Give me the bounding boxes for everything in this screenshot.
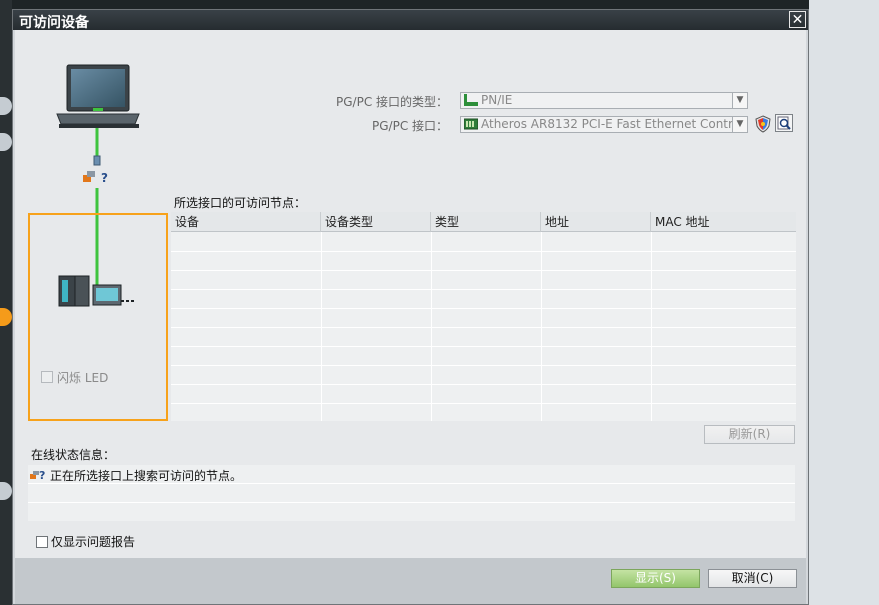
- magnifier-icon: [777, 116, 791, 130]
- refresh-button[interactable]: 刷新(R): [704, 425, 795, 444]
- column-header-type[interactable]: 类型: [431, 212, 541, 232]
- interface-type-label: PG/PC 接口的类型：: [336, 95, 449, 109]
- flash-led-label: 闪烁 LED: [57, 371, 109, 385]
- cancel-button[interactable]: 取消(C): [708, 569, 797, 588]
- status-message: 正在所选接口上搜索可访问的节点。: [50, 469, 243, 483]
- interface-port-label: PG/PC 接口：: [372, 119, 449, 133]
- svg-text:?: ?: [101, 171, 108, 185]
- shield-icon[interactable]: [754, 115, 772, 133]
- column-header-address[interactable]: 地址: [541, 212, 651, 232]
- column-header-device-type[interactable]: 设备类型: [321, 212, 431, 232]
- show-problems-checkbox[interactable]: [36, 536, 48, 548]
- interface-port-select[interactable]: Atheros AR8132 PCI-E Fast Ethernet Contr…: [460, 116, 748, 133]
- search-node-icon: ?: [30, 469, 45, 481]
- interface-type-select[interactable]: PN/IE ▼: [460, 92, 748, 109]
- pc-icon: [56, 64, 140, 128]
- title-bar: 可访问设备 ✕: [13, 10, 808, 31]
- background-left-strip: [0, 0, 12, 605]
- show-problems-label: 仅显示问题报告: [51, 535, 136, 549]
- interface-port-value: Atheros AR8132 PCI-E Fast Ethernet Contr…: [481, 117, 748, 131]
- accessible-nodes-label: 所选接口的可访问节点：: [174, 196, 307, 210]
- online-status-label: 在线状态信息：: [31, 448, 116, 462]
- chevron-down-icon[interactable]: ▼: [732, 117, 747, 132]
- search-node-icon: ?: [83, 171, 108, 185]
- network-icon: [464, 94, 478, 106]
- interface-type-value: PN/IE: [481, 93, 513, 107]
- online-status-box: ? 正在所选接口上搜索可访问的节点。: [28, 465, 795, 521]
- column-header-device[interactable]: 设备: [171, 212, 321, 232]
- show-button[interactable]: 显示(S): [611, 569, 700, 588]
- accessible-devices-dialog: 可访问设备 ✕ ? 闪烁 LED PG/PC 接口的类型： PN/IE ▼ PG…: [12, 9, 809, 605]
- properties-button[interactable]: [775, 114, 793, 132]
- close-icon: ✕: [791, 12, 804, 28]
- svg-text:?: ?: [39, 469, 45, 481]
- background-panel: [809, 0, 879, 605]
- column-header-mac-address[interactable]: MAC 地址: [651, 212, 796, 232]
- close-button[interactable]: ✕: [789, 11, 806, 28]
- network-card-icon: [464, 118, 478, 130]
- dialog-title: 可访问设备: [19, 15, 89, 31]
- flash-led-checkbox[interactable]: [41, 371, 53, 383]
- device-highlight-frame: [28, 213, 168, 421]
- accessible-nodes-table[interactable]: 设备 设备类型 类型 地址 MAC 地址: [171, 212, 796, 421]
- dialog-footer: 显示(S) 取消(C): [15, 558, 806, 604]
- chevron-down-icon[interactable]: ▼: [732, 93, 747, 108]
- dialog-body: ? 闪烁 LED PG/PC 接口的类型： PN/IE ▼ PG/PC 接口： …: [15, 30, 806, 558]
